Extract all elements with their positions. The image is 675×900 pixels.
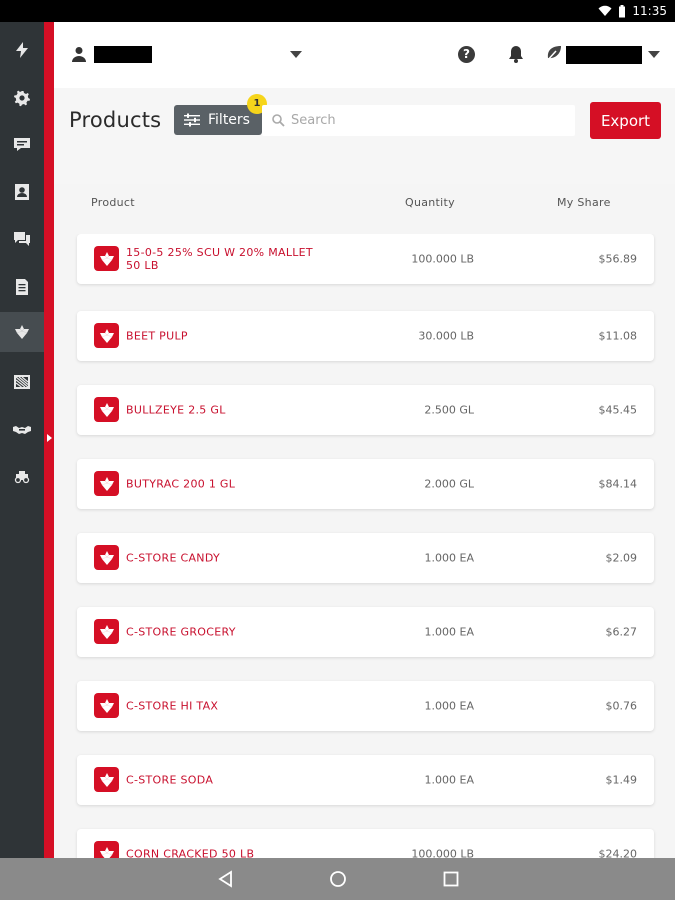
leaf-icon	[545, 46, 561, 63]
chat-icon	[14, 138, 30, 151]
home-icon[interactable]	[329, 870, 347, 888]
table-row[interactable]: C-STORE SODA 1.000 EA $1.49	[77, 755, 654, 805]
product-logo-icon	[94, 323, 119, 348]
account-chevron-down-icon[interactable]	[648, 51, 660, 58]
lightning-icon	[16, 42, 28, 58]
search-input[interactable]	[291, 113, 561, 128]
product-name[interactable]: BEET PULP	[126, 330, 316, 343]
sidebar-item-documents[interactable]	[0, 267, 44, 307]
product-logo-icon	[94, 693, 119, 718]
sidebar-item-communications[interactable]	[0, 124, 44, 164]
status-bar: 11:35	[0, 0, 675, 22]
recents-icon[interactable]	[442, 870, 460, 888]
product-list: 15-0-5 25% SCU W 20% MALLET 50 LB 100.000…	[54, 234, 675, 858]
export-button[interactable]: Export	[590, 102, 661, 139]
product-logo-icon	[94, 545, 119, 570]
wifi-icon	[598, 5, 612, 16]
bell-icon[interactable]	[508, 45, 524, 63]
user-name-redacted	[94, 46, 152, 63]
column-header-share[interactable]: My Share	[557, 196, 611, 209]
page-title: Products	[69, 108, 162, 132]
sidebar-item-fields[interactable]	[0, 362, 44, 402]
sidebar-item-quick-actions[interactable]	[0, 30, 44, 70]
table-header: Product Quantity My Share	[54, 184, 675, 226]
products-icon	[15, 325, 29, 339]
account-name-redacted	[566, 46, 642, 64]
product-name[interactable]: C-STORE CANDY	[126, 552, 316, 565]
product-logo-icon	[94, 397, 119, 422]
status-time: 11:35	[632, 4, 667, 18]
search-box[interactable]	[262, 105, 575, 136]
product-name[interactable]: C-STORE GROCERY	[126, 626, 316, 639]
product-quantity: 1.000 EA	[424, 625, 474, 639]
top-header: ?	[54, 22, 675, 88]
contacts-icon	[15, 184, 29, 200]
product-quantity: 2.500 GL	[424, 403, 474, 417]
product-share: $56.89	[598, 252, 638, 266]
product-name[interactable]: BUTYRAC 200 1 GL	[126, 478, 316, 491]
column-header-product[interactable]: Product	[91, 196, 135, 209]
product-quantity: 1.000 EA	[424, 773, 474, 787]
system-nav-bar	[0, 858, 675, 900]
product-logo-icon	[94, 471, 119, 496]
messages-icon	[14, 232, 30, 246]
toolbar: Products Filters 1 Export	[54, 88, 675, 184]
user-icon	[72, 47, 86, 62]
back-icon[interactable]	[217, 870, 235, 888]
document-icon	[16, 279, 28, 295]
sidebar-item-agreements[interactable]	[0, 410, 44, 450]
table-row[interactable]: C-STORE HI TAX 1.000 EA $0.76	[77, 681, 654, 731]
table-row[interactable]: 15-0-5 25% SCU W 20% MALLET 50 LB 100.000…	[77, 234, 654, 284]
product-quantity: 30.000 LB	[418, 329, 474, 343]
battery-icon	[619, 4, 626, 17]
product-name[interactable]: BULLZEYE 2.5 GL	[126, 404, 316, 417]
product-quantity: 1.000 EA	[424, 551, 474, 565]
filters-label: Filters	[208, 112, 250, 128]
product-logo-icon	[94, 767, 119, 792]
grid-icon	[14, 375, 30, 389]
product-share: $84.14	[598, 477, 638, 491]
table-row[interactable]: BEET PULP 30.000 LB $11.08	[77, 311, 654, 361]
table-row[interactable]: BULLZEYE 2.5 GL 2.500 GL $45.45	[77, 385, 654, 435]
table-row[interactable]: CORN CRACKED 50 LB 100.000 LB $24.20	[77, 829, 654, 858]
product-share: $24.20	[598, 847, 638, 859]
tractor-icon	[14, 471, 30, 484]
product-share: $1.49	[605, 773, 638, 787]
product-name[interactable]: C-STORE HI TAX	[126, 700, 316, 713]
gear-icon	[14, 90, 30, 107]
product-share: $11.08	[598, 329, 638, 343]
product-quantity: 100.000 LB	[411, 847, 474, 859]
product-logo-icon	[94, 619, 119, 644]
table-row[interactable]: C-STORE GROCERY 1.000 EA $6.27	[77, 607, 654, 657]
product-share: $6.27	[605, 625, 638, 639]
product-quantity: 100.000 LB	[411, 252, 474, 266]
filter-sliders-icon	[184, 113, 200, 127]
sidebar-item-settings[interactable]	[0, 78, 44, 118]
expand-sidebar-icon[interactable]	[47, 434, 52, 442]
column-header-quantity[interactable]: Quantity	[405, 196, 455, 209]
user-chevron-down-icon[interactable]	[290, 51, 302, 58]
search-icon	[272, 114, 285, 127]
table-row[interactable]: BUTYRAC 200 1 GL 2.000 GL $84.14	[77, 459, 654, 509]
handshake-icon	[13, 426, 31, 434]
sidebar-item-messages[interactable]	[0, 219, 44, 259]
product-logo-icon	[94, 246, 119, 271]
product-quantity: 2.000 GL	[424, 477, 474, 491]
sidebar-accent-bar	[44, 22, 54, 858]
help-icon[interactable]: ?	[458, 46, 475, 63]
product-logo-icon	[94, 841, 119, 858]
sidebar	[0, 22, 44, 858]
product-name[interactable]: CORN CRACKED 50 LB	[126, 848, 316, 859]
sidebar-item-equipment[interactable]	[0, 456, 44, 496]
sidebar-item-products[interactable]	[0, 312, 44, 352]
product-share: $45.45	[598, 403, 638, 417]
product-name[interactable]: C-STORE SODA	[126, 774, 316, 787]
product-name[interactable]: 15-0-5 25% SCU W 20% MALLET 50 LB	[126, 246, 316, 272]
sidebar-item-contacts[interactable]	[0, 172, 44, 212]
product-share: $2.09	[605, 551, 638, 565]
product-quantity: 1.000 EA	[424, 699, 474, 713]
product-share: $0.76	[605, 699, 638, 713]
table-row[interactable]: C-STORE CANDY 1.000 EA $2.09	[77, 533, 654, 583]
